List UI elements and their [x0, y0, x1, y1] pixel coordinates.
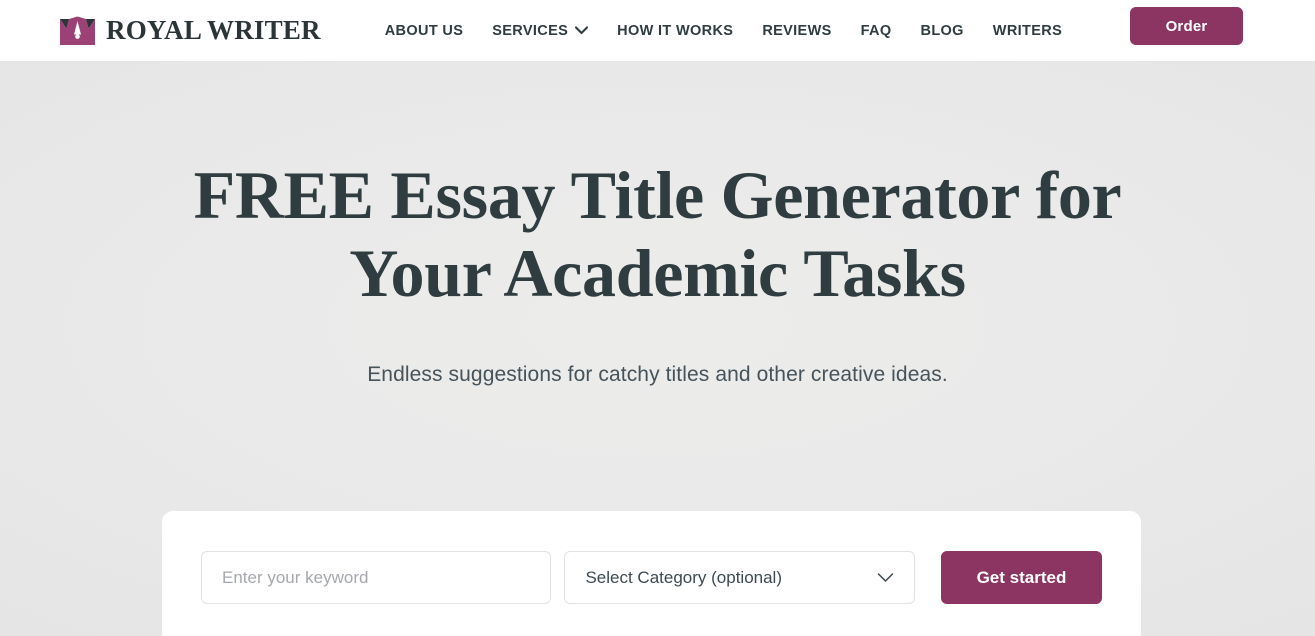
chevron-down-icon — [575, 26, 589, 35]
hero-subtitle: Endless suggestions for catchy titles an… — [367, 363, 948, 387]
nav-item-label: WRITERS — [992, 22, 1063, 39]
chevron-down-icon — [877, 572, 894, 583]
crown-pen-nib-icon — [60, 16, 95, 46]
nav-item-label: ABOUT US — [384, 22, 464, 39]
category-select-value: Select Category (optional) — [585, 567, 782, 587]
nav-item-about-us[interactable]: ABOUT US — [385, 23, 464, 39]
nav-item-blog[interactable]: BLOG — [921, 23, 964, 39]
order-button[interactable]: Order — [1130, 7, 1243, 45]
get-started-button[interactable]: Get started — [940, 551, 1102, 604]
site-header: ROYAL WRITER ABOUT US SERVICES HOW IT WO… — [0, 0, 1315, 61]
nav-item-reviews[interactable]: REVIEWS — [762, 23, 831, 39]
hero-section: FREE Essay Title Generator for Your Acad… — [0, 61, 1315, 636]
keyword-input[interactable] — [201, 551, 552, 604]
nav-item-writers[interactable]: WRITERS — [993, 23, 1062, 39]
category-select[interactable]: Select Category (optional) — [564, 551, 915, 604]
nav-item-faq[interactable]: FAQ — [861, 23, 892, 39]
nav-item-label: BLOG — [920, 22, 964, 39]
brand-logo-link[interactable]: ROYAL WRITER — [60, 16, 321, 46]
generator-form-card: Select Category (optional) Get started — [162, 511, 1141, 636]
nav-item-label: SERVICES — [492, 22, 569, 39]
nav-item-how-it-works[interactable]: HOW IT WORKS — [617, 23, 733, 39]
nav-item-label: HOW IT WORKS — [617, 22, 734, 39]
brand-name: ROYAL WRITER — [106, 15, 321, 45]
nav-item-services[interactable]: SERVICES — [492, 22, 589, 39]
page-title: FREE Essay Title Generator for Your Acad… — [193, 157, 1122, 311]
main-navigation: ABOUT US SERVICES HOW IT WORKS REVIEWS F… — [385, 23, 1062, 39]
nav-item-label: REVIEWS — [762, 22, 832, 39]
nav-item-label: FAQ — [860, 22, 892, 39]
